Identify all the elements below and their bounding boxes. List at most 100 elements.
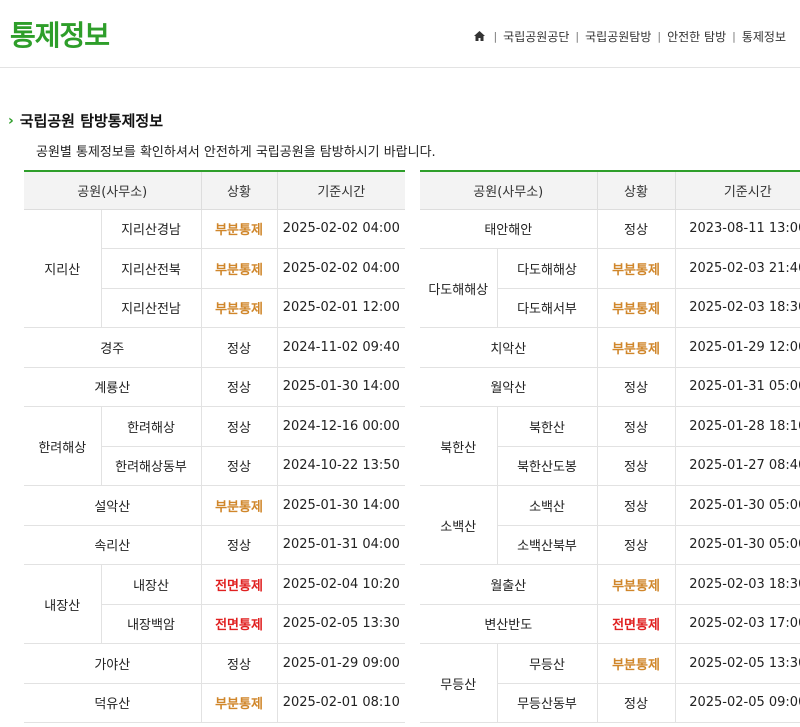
status-badge: 부분통제 (200, 209, 278, 249)
reference-time: 2025-02-02 04:00 (276, 209, 406, 249)
breadcrumb-item[interactable]: 안전한 탐방 (667, 28, 726, 45)
reference-time: 2024-10-22 13:50 (276, 446, 406, 486)
status-badge: 정상 (200, 525, 278, 565)
table-row: 무등산 무등산 부분통제 2025-02-05 13:30 (420, 643, 800, 723)
home-icon[interactable] (474, 30, 486, 44)
status-text: 정상 (227, 539, 251, 555)
status-badge: 부분통제 (596, 327, 676, 368)
status-text: 정상 (624, 460, 648, 476)
reference-time: 2025-02-05 13:30 (674, 643, 800, 684)
table-row: 지리산 지리산경남 부분통제 2025-02-02 04:00 (24, 209, 406, 328)
breadcrumb: | 국립공원공단 | 국립공원탐방 | 안전한 탐방 | 통제정보 (474, 28, 786, 45)
column-header-park: 공원(사무소) (24, 170, 202, 210)
status-text: 정상 (624, 420, 648, 436)
breadcrumb-item[interactable]: 국립공원공단 (503, 28, 569, 45)
status-badge: 정상 (200, 446, 278, 486)
park-name: 경주 (24, 327, 202, 368)
reference-time: 2025-01-29 09:00 (276, 643, 406, 684)
breadcrumb-separator: | (657, 30, 662, 43)
status-badge: 정상 (596, 683, 676, 723)
status-badge: 정상 (596, 209, 676, 249)
reference-time: 2025-02-03 18:30 (674, 564, 800, 605)
park-name: 계룡산 (24, 367, 202, 407)
reference-time: 2025-02-03 21:40 (674, 248, 800, 289)
status-badge: 정상 (596, 406, 676, 447)
control-table-right: 공원(사무소) 상황 기준시간 태안해안 정상 2023-08-11 13:00 다도… (420, 170, 800, 723)
status-badge: 정상 (596, 485, 676, 526)
table-row: 월출산 부분통제 2025-02-03 18:30 (420, 564, 800, 605)
status-text: 부분통제 (215, 223, 263, 239)
park-name: 다도해해상 (420, 248, 497, 328)
reference-time: 2025-01-31 05:00 (674, 367, 800, 407)
office-name: 한려해상 (100, 406, 202, 447)
page-title: 통제정보 (10, 19, 110, 52)
status-text: 부분통제 (215, 302, 263, 318)
status-text: 부분통제 (215, 697, 263, 713)
park-name: 덕유산 (24, 683, 202, 723)
status-badge: 정상 (596, 525, 676, 565)
status-badge: 부분통제 (596, 643, 676, 684)
table-row: 덕유산 부분통제 2025-02-01 08:10 (24, 683, 406, 723)
status-badge: 정상 (596, 367, 676, 407)
breadcrumb-item-current[interactable]: 통제정보 (742, 28, 786, 45)
status-text: 전면통제 (215, 578, 263, 594)
park-name: 설악산 (24, 485, 202, 526)
office-name: 무등산 (496, 643, 598, 684)
office-name: 지리산전남 (100, 288, 202, 328)
reference-time: 2025-02-05 09:00 (674, 683, 800, 723)
status-badge: 부분통제 (596, 248, 676, 289)
table-row: 태안해안 정상 2023-08-11 13:00 (420, 209, 800, 249)
reference-time: 2024-11-02 09:40 (276, 327, 406, 368)
office-name: 내장백암 (100, 604, 202, 644)
park-name: 치악산 (420, 327, 598, 368)
table-row: 가야산 정상 2025-01-29 09:00 (24, 643, 406, 684)
status-badge: 전면통제 (596, 604, 676, 644)
reference-time: 2025-02-02 04:00 (276, 248, 406, 289)
reference-time: 2024-12-16 00:00 (276, 406, 406, 447)
status-badge: 부분통제 (596, 564, 676, 605)
reference-time: 2025-01-29 12:00 (674, 327, 800, 368)
park-name: 속리산 (24, 525, 202, 565)
table-row: 계룡산 정상 2025-01-30 14:00 (24, 367, 406, 407)
office-name: 지리산경남 (100, 209, 202, 249)
table-row: 북한산 북한산 정상 2025-01-28 18:10 (420, 406, 800, 486)
table-row: 경주 정상 2024-11-02 09:40 (24, 327, 406, 368)
breadcrumb-separator: | (575, 30, 580, 43)
reference-time: 2025-01-30 14:00 (276, 485, 406, 526)
reference-time: 2025-02-01 08:10 (276, 683, 406, 723)
status-badge: 부분통제 (200, 248, 278, 289)
status-text: 부분통제 (612, 341, 660, 357)
status-badge: 정상 (200, 327, 278, 368)
status-badge: 부분통제 (200, 683, 278, 723)
status-text: 부분통제 (215, 262, 263, 278)
park-name: 태안해안 (420, 209, 598, 249)
park-name: 무등산 (420, 643, 497, 723)
reference-time: 2025-02-03 17:00 (674, 604, 800, 644)
reference-time: 2023-08-11 13:00 (674, 209, 800, 249)
park-name: 내장산 (24, 564, 101, 644)
status-text: 정상 (227, 381, 251, 397)
status-text: 정상 (624, 697, 648, 713)
chevron-right-icon: › (8, 112, 14, 129)
park-name: 월악산 (420, 367, 598, 407)
reference-time: 2025-01-28 18:10 (674, 406, 800, 447)
park-name: 변산반도 (420, 604, 598, 644)
table-row: 속리산 정상 2025-01-31 04:00 (24, 525, 406, 565)
status-text: 정상 (624, 539, 648, 555)
status-badge: 정상 (596, 446, 676, 486)
column-header-status: 상황 (200, 170, 278, 210)
office-name: 북한산 (496, 406, 598, 447)
status-text: 부분통제 (612, 657, 660, 673)
reference-time: 2025-02-01 12:00 (276, 288, 406, 328)
park-name: 가야산 (24, 643, 202, 684)
table-row: 설악산 부분통제 2025-01-30 14:00 (24, 485, 406, 526)
status-text: 정상 (624, 223, 648, 239)
reference-time: 2025-01-30 05:00 (674, 485, 800, 526)
status-badge: 부분통제 (200, 288, 278, 328)
breadcrumb-separator: | (732, 30, 736, 43)
status-badge: 전면통제 (200, 604, 278, 644)
breadcrumb-item[interactable]: 국립공원탐방 (585, 28, 651, 45)
reference-time: 2025-01-31 04:00 (276, 525, 406, 565)
status-text: 부분통제 (215, 499, 263, 515)
status-text: 부분통제 (612, 262, 660, 278)
